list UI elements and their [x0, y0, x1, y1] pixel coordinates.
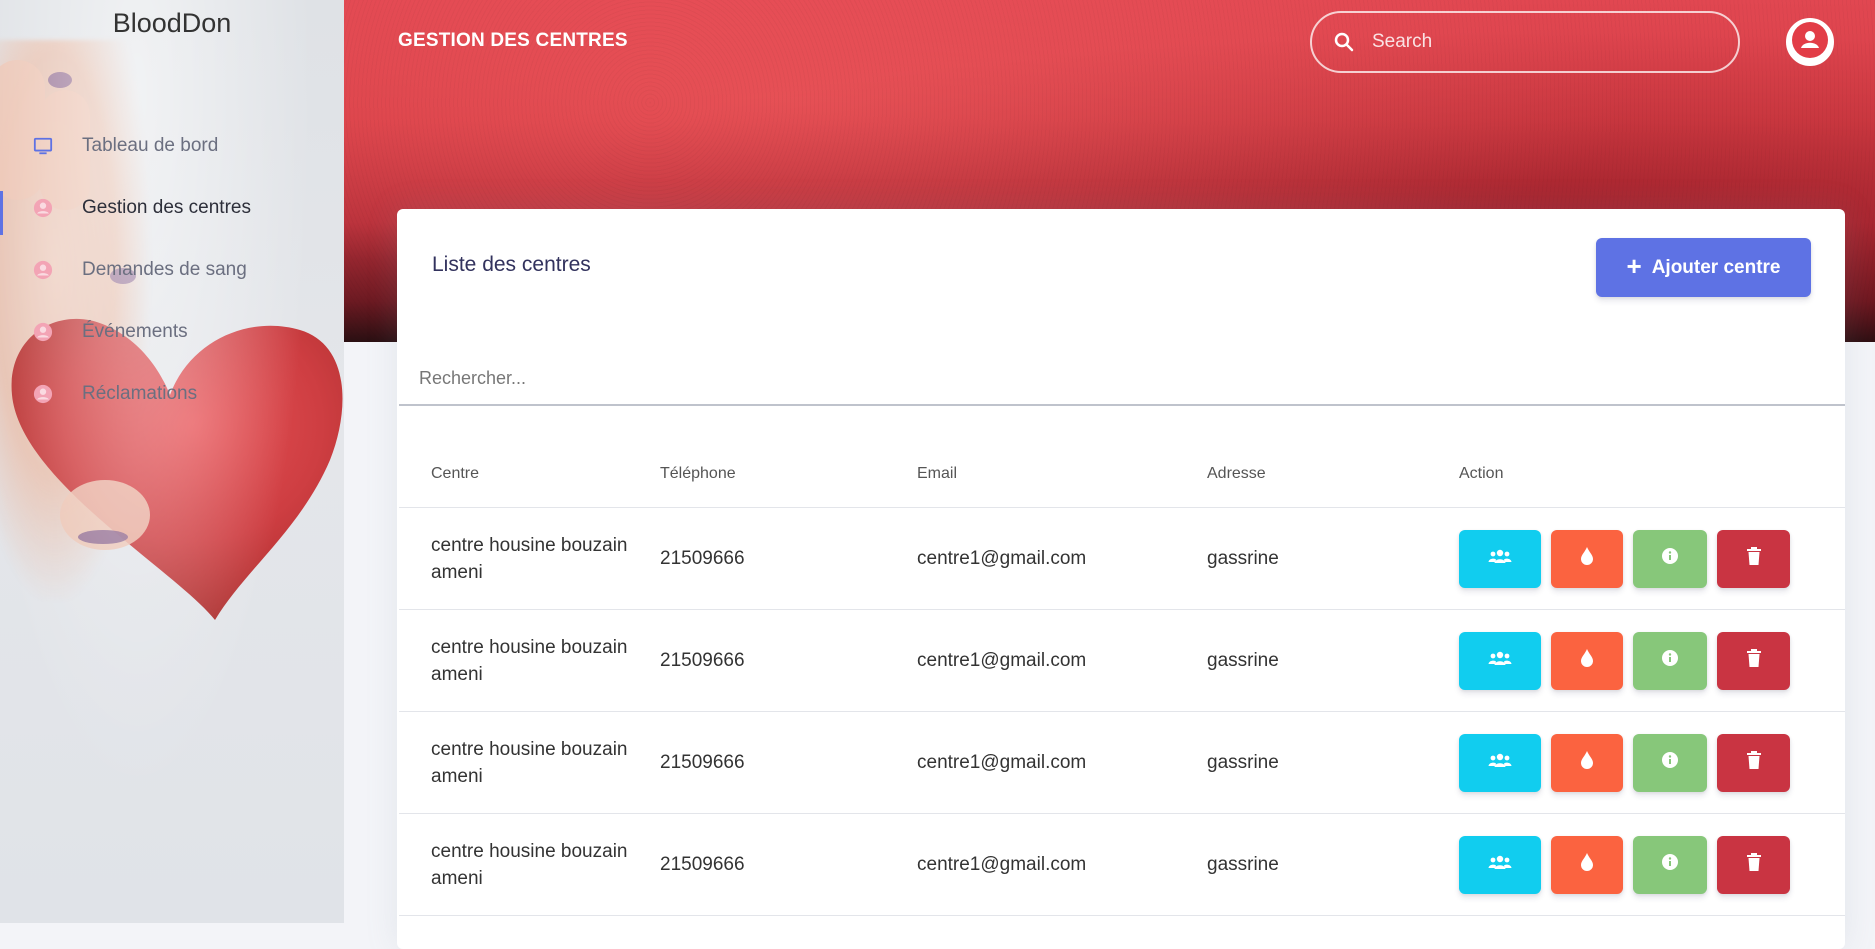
trash-icon: [1746, 750, 1762, 775]
cell-adresse: gassrine: [1207, 813, 1459, 916]
column-header-centre: Centre: [399, 440, 660, 508]
trash-icon: [1746, 546, 1762, 571]
user-icon: [1788, 18, 1832, 67]
user-circle-icon: [33, 384, 53, 404]
sidebar-item-demandes-de-sang[interactable]: Demandes de sang: [0, 239, 344, 301]
sidebar-item-label: Gestion des centres: [82, 197, 251, 218]
blood-stock-button[interactable]: [1551, 529, 1623, 588]
users-icon: [1488, 854, 1512, 876]
user-circle-icon: [33, 322, 53, 342]
cell-telephone: 21509666: [660, 813, 917, 916]
sidebar: BloodDon Tableau de bord Gestion des cen…: [0, 0, 344, 923]
blood-drop-icon: [1580, 546, 1594, 571]
info-icon: [1661, 649, 1679, 673]
sidebar-item-label: Réclamations: [82, 383, 198, 404]
column-header-telephone: Téléphone: [660, 440, 917, 508]
blood-stock-button[interactable]: [1551, 835, 1623, 894]
cell-centre: centre housine bouzain ameni: [431, 738, 628, 787]
members-button[interactable]: [1459, 835, 1541, 894]
column-header-email: Email: [917, 440, 1207, 508]
cell-telephone: 21509666: [660, 711, 917, 814]
row-actions: [1459, 835, 1845, 894]
user-circle-icon: [33, 198, 53, 218]
details-button[interactable]: [1633, 529, 1707, 588]
row-actions: [1459, 631, 1845, 690]
blood-drop-icon: [1580, 852, 1594, 877]
column-header-adresse: Adresse: [1207, 440, 1459, 508]
cell-email: centre1@gmail.com: [917, 711, 1207, 814]
cell-adresse: gassrine: [1207, 711, 1459, 814]
blood-drop-icon: [1580, 750, 1594, 775]
details-button[interactable]: [1633, 835, 1707, 894]
cell-centre: centre housine bouzain ameni: [431, 636, 628, 685]
search-icon: [1334, 31, 1356, 53]
sidebar-item-reclamations[interactable]: Réclamations: [0, 363, 344, 425]
plus-icon: +: [1626, 251, 1642, 281]
delete-button[interactable]: [1717, 529, 1790, 588]
members-button[interactable]: [1459, 529, 1541, 588]
table-row: centre housine bouzain ameni 21509666 ce…: [399, 813, 1845, 916]
cell-centre: centre housine bouzain ameni: [431, 534, 628, 583]
members-button[interactable]: [1459, 631, 1541, 690]
table-row: centre housine bouzain ameni 21509666 ce…: [399, 711, 1845, 814]
delete-button[interactable]: [1717, 733, 1790, 792]
sidebar-item-label: Événements: [82, 321, 188, 342]
table-header-row: Centre Téléphone Email Adresse Action: [399, 440, 1845, 508]
trash-icon: [1746, 648, 1762, 673]
members-button[interactable]: [1459, 733, 1541, 792]
details-button[interactable]: [1633, 631, 1707, 690]
table-row: centre housine bouzain ameni 21509666 ce…: [399, 609, 1845, 712]
cell-email: centre1@gmail.com: [917, 813, 1207, 916]
header-search[interactable]: [1310, 11, 1740, 73]
cell-email: centre1@gmail.com: [917, 507, 1207, 610]
user-menu-button[interactable]: [1786, 18, 1834, 66]
tv-icon: [33, 136, 53, 156]
column-header-action: Action: [1459, 440, 1845, 508]
add-centre-button[interactable]: + Ajouter centre: [1596, 238, 1811, 297]
blood-stock-button[interactable]: [1551, 631, 1623, 690]
blood-drop-icon: [1580, 648, 1594, 673]
info-icon: [1661, 547, 1679, 571]
delete-button[interactable]: [1717, 835, 1790, 894]
cell-email: centre1@gmail.com: [917, 609, 1207, 712]
cell-telephone: 21509666: [660, 507, 917, 610]
blood-stock-button[interactable]: [1551, 733, 1623, 792]
sidebar-item-evenements[interactable]: Événements: [0, 301, 344, 363]
cell-centre: centre housine bouzain ameni: [431, 840, 628, 889]
delete-button[interactable]: [1717, 631, 1790, 690]
sidebar-item-gestion-des-centres[interactable]: Gestion des centres: [0, 177, 344, 239]
users-icon: [1488, 548, 1512, 570]
users-icon: [1488, 752, 1512, 774]
sidebar-item-tableau-de-bord[interactable]: Tableau de bord: [0, 115, 344, 177]
trash-icon: [1746, 852, 1762, 877]
add-centre-label: Ajouter centre: [1651, 256, 1781, 278]
users-icon: [1488, 650, 1512, 672]
user-circle-icon: [33, 260, 53, 280]
info-icon: [1661, 751, 1679, 775]
cell-adresse: gassrine: [1207, 609, 1459, 712]
card-title: Liste des centres: [432, 253, 591, 276]
page-title[interactable]: GESTION DES CENTRES: [398, 30, 628, 52]
filter-field[interactable]: [399, 357, 1845, 406]
cell-telephone: 21509666: [660, 609, 917, 712]
sidebar-nav: Tableau de bord Gestion des centres Dema…: [0, 115, 344, 425]
brand-logo-text[interactable]: BloodDon: [0, 8, 344, 39]
cell-adresse: gassrine: [1207, 507, 1459, 610]
search-input[interactable]: [1370, 30, 1714, 54]
details-button[interactable]: [1633, 733, 1707, 792]
row-actions: [1459, 733, 1845, 792]
sidebar-item-label: Demandes de sang: [82, 259, 247, 280]
table-row: centre housine bouzain ameni 21509666 ce…: [399, 507, 1845, 610]
centres-table: Centre Téléphone Email Adresse Action ce…: [399, 440, 1845, 916]
filter-input[interactable]: [417, 367, 1821, 390]
info-icon: [1661, 853, 1679, 877]
row-actions: [1459, 529, 1845, 588]
sidebar-item-label: Tableau de bord: [82, 135, 219, 156]
centres-card: Liste des centres + Ajouter centre Centr…: [397, 209, 1845, 949]
